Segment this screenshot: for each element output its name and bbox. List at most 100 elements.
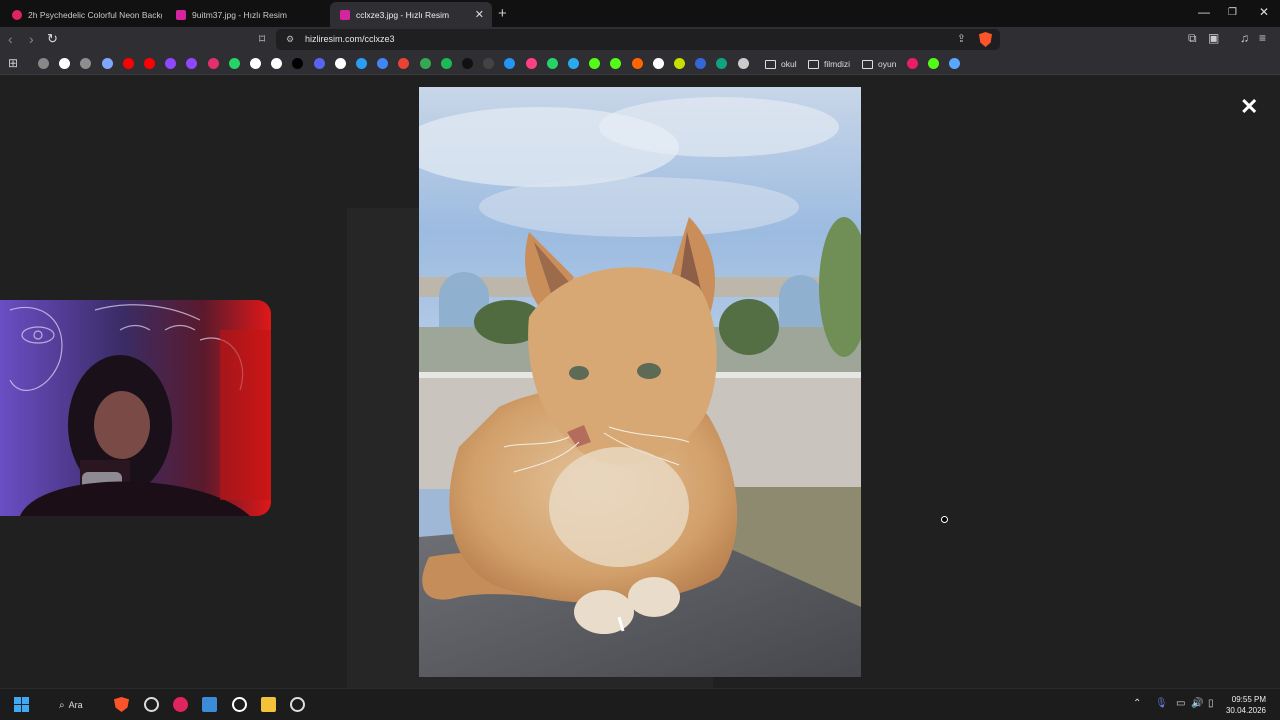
new-tab-button[interactable]: +: [498, 5, 507, 22]
bookmark-favicon-icon[interactable]: [228, 58, 240, 69]
brave-browser-icon[interactable]: [114, 697, 129, 712]
browser-toolbar: ‹ › ↻ ⌑ ⚙ hizliresim.com/cclxze3 ⇪ ⧉ ▣ ♫…: [0, 27, 1280, 53]
mouse-cursor-icon: [941, 516, 948, 523]
bookmark-favicon-icon[interactable]: [122, 58, 134, 69]
tab-cclxze3[interactable]: cclxze3.jpg - Hızlı Resim ✕: [330, 2, 492, 27]
bookmark-favicon-icon[interactable]: [440, 58, 452, 69]
system-clock[interactable]: 09:55 PM 30.04.2026: [1226, 694, 1266, 716]
viewer-close-button[interactable]: ✕: [1240, 96, 1258, 118]
minimize-button[interactable]: —: [1198, 5, 1210, 19]
folder-icon: [862, 59, 873, 69]
hizliresim-favicon-icon: [176, 9, 186, 20]
bookmark-favicon-icon[interactable]: [356, 58, 367, 69]
sync-app-icon[interactable]: [232, 697, 247, 712]
obs-icon[interactable]: [144, 697, 159, 712]
show-hidden-icons-icon[interactable]: ⌃: [1133, 698, 1141, 709]
tab-label: cclxze3.jpg - Hızlı Resim: [356, 9, 450, 20]
bookmark-favicon-icon[interactable]: [419, 58, 431, 69]
bookmark-favicon-icon[interactable]: [546, 58, 558, 69]
bookmark-favicon-icon[interactable]: [144, 58, 155, 69]
menu-icon[interactable]: ≡: [1259, 31, 1266, 45]
restore-button[interactable]: ❐: [1228, 7, 1237, 18]
bookmark-favicon-icon[interactable]: [101, 58, 113, 69]
bookmark-favicon-icon[interactable]: [80, 58, 92, 69]
bookmark-favicon-icon[interactable]: [907, 58, 918, 69]
brave-shields-icon[interactable]: [979, 32, 992, 47]
volume-icon[interactable]: 🔊: [1191, 698, 1203, 709]
bookmark-favicon-icon[interactable]: [292, 58, 304, 69]
extensions-icon[interactable]: ⧉: [1188, 31, 1197, 46]
bookmark-favicon-icon[interactable]: [716, 58, 728, 69]
window-close-button[interactable]: ✕: [1259, 5, 1269, 19]
bookmark-favicon-icon[interactable]: [737, 58, 749, 69]
bookmark-favicon-icon[interactable]: [271, 58, 283, 69]
settings-app-icon[interactable]: [290, 697, 305, 712]
bookmark-favicon-icon[interactable]: [207, 58, 219, 69]
bookmark-favicon-icon[interactable]: [462, 58, 473, 69]
apps-grid-icon[interactable]: ⊞: [8, 56, 18, 70]
bookmark-folder-okul[interactable]: okul: [765, 57, 797, 71]
taskbar-search[interactable]: ⌕ Ara: [50, 695, 104, 715]
bookmark-favicon-icon[interactable]: [525, 58, 537, 69]
battery-icon[interactable]: ▯: [1208, 698, 1214, 709]
bookmark-favicon-icon[interactable]: [652, 58, 664, 69]
bookmark-favicon-icon[interactable]: [186, 58, 198, 69]
bookmark-favicon-icon[interactable]: [695, 58, 707, 69]
sidebar-icon[interactable]: ▣: [1208, 31, 1219, 45]
bookmark-favicon-icon[interactable]: [313, 58, 325, 69]
bookmark-favicon-icon[interactable]: [674, 58, 685, 69]
clock-date: 30.04.2026: [1225, 706, 1266, 715]
bookmark-favicon-icon[interactable]: [631, 58, 643, 69]
bookmark-favicon-icon[interactable]: [165, 58, 177, 69]
bookmark-favicon-icon[interactable]: [38, 58, 49, 69]
tab-close-icon[interactable]: ✕: [475, 8, 484, 21]
url-text[interactable]: hizliresim.com/cclxze3: [305, 34, 395, 44]
bookmark-favicon-icon[interactable]: [334, 58, 346, 69]
image-viewer-overlay: ✕: [0, 76, 1280, 688]
tab-strip: 2h Psychedelic Colorful Neon Backgr 9uit…: [0, 0, 1280, 27]
bookmarks-bar: ⊞ okul filmdizi oyun: [0, 53, 1280, 75]
bookmark-favicon-icon[interactable]: [483, 58, 495, 69]
cat-photo-illustration: [419, 87, 861, 677]
network-icon[interactable]: ▭: [1176, 698, 1185, 709]
file-explorer-icon[interactable]: [261, 697, 276, 712]
webcam-overlay: [0, 300, 271, 516]
bookmark-favicon-icon[interactable]: [949, 58, 960, 69]
back-button[interactable]: ‹: [8, 31, 13, 47]
media-player-icon[interactable]: [173, 697, 188, 712]
photos-icon[interactable]: [202, 697, 217, 712]
site-info-icon[interactable]: ⚙: [286, 34, 294, 45]
cat-photo[interactable]: [419, 87, 861, 677]
search-label: Ara: [68, 700, 83, 710]
address-bar[interactable]: ⚙ hizliresim.com/cclxze3 ⇪: [276, 29, 1000, 50]
bookmark-favicon-icon[interactable]: [928, 58, 939, 69]
bookmark-favicon-icon[interactable]: [59, 58, 71, 69]
tab-9uitm37[interactable]: 9uitm37.jpg - Hızlı Resim: [166, 2, 326, 27]
bookmark-folder-label: oyun: [878, 59, 897, 69]
bookmark-favicon-icon[interactable]: [568, 58, 579, 69]
webcam-feed-illustration: [0, 300, 271, 516]
clock-time: 09:55 PM: [1231, 695, 1266, 704]
bookmark-favicon-icon[interactable]: [504, 58, 516, 69]
folder-icon: [765, 59, 776, 69]
windows-taskbar: ⌕ Ara ⌃ 🎙 ▭ 🔊 ▯ 09:55 PM 30.04.2026: [0, 688, 1280, 720]
bookmark-favicon-icon[interactable]: [398, 58, 410, 69]
bookmark-folder-label: filmdizi: [824, 59, 850, 69]
forward-button[interactable]: ›: [29, 31, 34, 47]
bookmark-favicon-icon[interactable]: [610, 58, 622, 69]
folder-icon: [808, 59, 819, 69]
windows-start-icon[interactable]: [14, 697, 29, 712]
bookmark-folder-label: okul: [781, 59, 797, 69]
bookmark-folder-filmdizi[interactable]: filmdizi: [808, 57, 850, 71]
bookmark-folder-oyun[interactable]: oyun: [862, 57, 896, 71]
bookmark-page-icon[interactable]: ⌑: [259, 32, 265, 46]
tab-psychedelic-video[interactable]: 2h Psychedelic Colorful Neon Backgr: [2, 2, 162, 27]
bookmark-favicon-icon[interactable]: [250, 58, 261, 69]
youtube-favicon-icon: [12, 9, 22, 20]
microphone-icon[interactable]: 🎙: [1155, 698, 1168, 709]
reload-button[interactable]: ↻: [47, 31, 58, 47]
bookmark-favicon-icon[interactable]: [589, 58, 601, 69]
media-icon[interactable]: ♫: [1240, 31, 1249, 45]
share-icon[interactable]: ⇪: [957, 32, 966, 45]
bookmark-favicon-icon[interactable]: [377, 58, 389, 69]
